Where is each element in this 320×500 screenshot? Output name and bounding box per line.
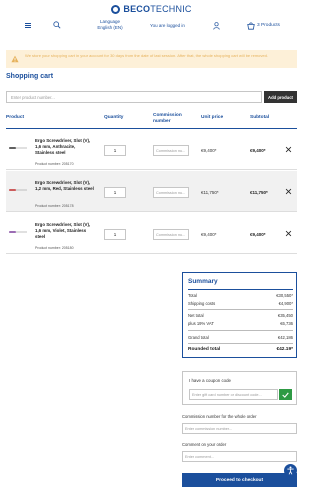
summary-grand-label: Grand total: [188, 335, 209, 340]
column-subtotal: Subtotal: [250, 115, 270, 120]
summary-separator: [188, 309, 293, 310]
coupon-label: I have a coupon code: [189, 378, 231, 383]
cart-count[interactable]: 3 Products: [257, 23, 280, 28]
remove-item-icon[interactable]: [285, 146, 292, 153]
summary-total: Total €30,550*: [188, 293, 293, 298]
summary-net-value: €35,450: [277, 313, 293, 318]
order-summary: Summary Total €30,550* Shipping costs €4…: [182, 272, 297, 358]
product-name[interactable]: Ergo Screwdriver, Slot (V), 1,6 mm, Anth…: [35, 138, 95, 155]
header: Language English (EN) You are logged in …: [0, 17, 303, 35]
commission-input[interactable]: Commission nu...: [153, 145, 189, 156]
subtotal: €11,750*: [250, 190, 268, 195]
summary-shipping-value: €4,900*: [278, 301, 293, 306]
summary-grand-total: Grand total €42,186: [188, 335, 293, 340]
summary-total-label: Total: [188, 293, 197, 298]
language-selector[interactable]: Language English (EN): [96, 19, 124, 30]
product-image[interactable]: [9, 146, 27, 150]
apply-coupon-button[interactable]: [279, 389, 292, 400]
order-commission-input[interactable]: Enter commission number...: [182, 423, 297, 434]
product-name[interactable]: Ergo Screwdriver, Slot (V), 1,2 mm, Red,…: [35, 180, 95, 192]
warning-icon: [11, 55, 19, 63]
coupon-input[interactable]: Enter gift card number or discount code.…: [189, 389, 278, 400]
column-product: Product: [6, 115, 25, 120]
language-label: Language: [99, 19, 121, 24]
summary-rounded-total: Rounded total €42.19*: [188, 347, 293, 352]
cart-table-header: Product Quantity Commission number Unit …: [6, 113, 297, 127]
summary-total-value: €30,550*: [276, 293, 293, 298]
menu-icon[interactable]: [25, 23, 31, 28]
unit-price: €11,750*: [201, 190, 219, 195]
summary-shipping: Shipping costs €4,900*: [188, 301, 293, 306]
handle: [9, 189, 16, 191]
handle: [9, 147, 16, 149]
cart-row: Ergo Screwdriver, Slot (V), 1,2 mm, Red,…: [6, 171, 297, 212]
summary-vat-label: plus 19% VAT: [188, 321, 214, 326]
order-comment-input[interactable]: Enter comment...: [182, 451, 297, 462]
coupon-box: I have a coupon code Enter gift card num…: [182, 371, 297, 405]
remove-item-icon[interactable]: [285, 188, 292, 195]
product-number: Product number: 205180: [35, 246, 74, 250]
product-number: Product number: 205170: [35, 162, 74, 166]
column-quantity: Quantity: [104, 115, 124, 120]
column-unit-price: Unit price: [201, 115, 224, 120]
accessibility-icon: [287, 466, 294, 475]
summary-grand-value: €42,186: [277, 335, 293, 340]
quantity-input[interactable]: 1: [104, 229, 126, 240]
summary-divider: [188, 289, 293, 290]
summary-title: Summary: [188, 278, 218, 285]
column-commission: Commission number: [153, 113, 182, 124]
product-image[interactable]: [9, 230, 27, 234]
product-name[interactable]: Ergo Screwdriver, Slot (V), 1,6 mm, Viol…: [35, 222, 95, 239]
unit-price: €9,400*: [201, 148, 217, 153]
unit-price: €9,400*: [201, 232, 217, 237]
quantity-input[interactable]: 1: [104, 145, 126, 156]
product-number-input[interactable]: Enter product number...: [6, 91, 262, 103]
summary-net: Net total €35,450: [188, 313, 293, 318]
summary-vat-value: €6,736: [280, 321, 293, 326]
logo-icon: [111, 4, 121, 14]
cart-icon[interactable]: [247, 22, 255, 30]
summary-vat: plus 19% VAT €6,736: [188, 321, 293, 326]
subtotal: €9,400*: [250, 232, 266, 237]
summary-separator: [188, 343, 293, 344]
product-number: Product number: 205178: [35, 204, 74, 208]
login-status[interactable]: You are logged in: [150, 23, 185, 28]
user-icon[interactable]: [213, 22, 220, 30]
order-comment-label: Comment on your order: [182, 442, 227, 447]
summary-rounded-label: Rounded total: [188, 347, 221, 352]
proceed-to-checkout-button[interactable]: Proceed to checkout: [182, 473, 297, 487]
summary-shipping-label: Shipping costs: [188, 301, 216, 306]
commission-input[interactable]: Commission nu...: [153, 187, 189, 198]
quantity-input[interactable]: 1: [104, 187, 126, 198]
add-product-button[interactable]: Add product: [264, 91, 297, 103]
remove-item-icon[interactable]: [285, 230, 292, 237]
subtotal: €9,400*: [250, 148, 266, 153]
accessibility-button[interactable]: [284, 464, 297, 477]
language-value: English (EN): [97, 24, 123, 30]
product-image[interactable]: [9, 188, 27, 192]
order-commission-label: Commission number for the whole order: [182, 414, 257, 419]
summary-separator: [188, 330, 293, 331]
page-title: Shopping cart: [6, 73, 54, 80]
summary-rounded-value: €42.19*: [276, 347, 293, 352]
cart-retention-alert: We store your shopping cart in your acco…: [6, 50, 297, 68]
cart-row: Ergo Screwdriver, Slot (V), 1,6 mm, Viol…: [6, 213, 297, 254]
alert-text: We store your shopping cart in your acco…: [25, 53, 268, 58]
commission-input[interactable]: Commission nu...: [153, 229, 189, 240]
summary-net-label: Net total: [188, 313, 204, 318]
brand-logo[interactable]: BECOTECHNIC: [0, 4, 303, 14]
add-product-row: Enter product number... Add product: [6, 91, 297, 103]
brand-name: BECOTECHNIC: [123, 4, 192, 14]
checkmark-icon: [282, 392, 289, 398]
cart-row: Ergo Screwdriver, Slot (V), 1,6 mm, Anth…: [6, 129, 297, 170]
search-icon[interactable]: [53, 21, 61, 29]
handle: [9, 231, 16, 233]
